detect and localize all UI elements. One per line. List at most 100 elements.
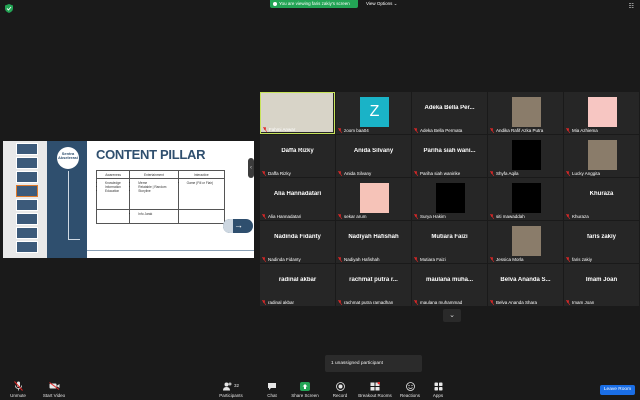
participants-button[interactable]: 32 Participants [218,381,244,398]
mic-muted-icon [490,300,494,305]
mic-muted-icon [262,214,266,219]
mic-muted-icon [490,214,494,219]
breakout-rooms-icon [356,381,394,391]
view-options-button[interactable]: View Options ⌄ [366,0,397,8]
participants-count: 32 [233,383,239,388]
participant-tile[interactable]: Imam Joan Imam Joan [564,264,639,306]
unassigned-participant-notice[interactable]: 1 unassigned participant [325,355,422,372]
slide-thumbnail [16,213,38,225]
participant-name-label: radinal akbar [262,300,294,305]
apps-icon [430,381,446,391]
participant-name-label: Shyfa Aqila [490,171,519,176]
participant-tile[interactable]: Pariha siah wani... Pariha siah wanirike [412,135,487,177]
grid-view-icon[interactable]: ☷ [629,3,634,10]
participant-name-label: Mutiara Faizi [414,257,446,262]
participant-name-label: maulana muhammad [414,300,462,305]
participant-name-label: Nadinda Fidanty [262,257,301,262]
participant-name-label: Daffa Rizky [262,171,291,176]
screen-share-banner: You are viewing faris zakiy's screen [270,0,358,8]
participant-tile[interactable]: rachmat putra r... rachmat putra ramadhan [336,264,411,306]
participant-display-name: Pariha siah wani... [423,148,476,154]
mic-muted-icon [6,381,30,391]
participant-tile[interactable]: Belva Ananda S... Belva Ananda Shara [488,264,563,306]
participant-display-name: Anida Silvany [353,148,394,154]
slide-thumbnail [16,199,38,211]
mic-muted-icon [414,257,418,262]
participant-tile[interactable]: faris zakiy faris zakiy [564,221,639,263]
share-screen-button[interactable]: Share Screen [289,381,321,398]
participant-tile[interactable]: Surya Hakim [412,178,487,220]
chevron-down-icon[interactable]: ⌄ [443,309,461,322]
mic-muted-icon [566,214,570,219]
participant-video [588,97,617,127]
participant-display-name: rachmat putra r... [349,277,398,283]
participant-tile[interactable]: Zzoom baa04 [336,92,411,134]
slide-thumbnail [16,143,38,155]
participant-name-label: zoom baa04 [338,128,369,133]
mic-muted-icon [414,300,418,305]
slide-thumbnail [16,157,38,169]
participant-tile[interactable]: Nadiyah Hafishah Nadiyah Hafishah [336,221,411,263]
shield-icon[interactable] [5,4,13,13]
reactions-button[interactable]: Reactions [398,381,422,398]
participant-display-name: Adeka Bella Per... [424,105,475,111]
mic-muted-icon [338,128,342,133]
participant-video [512,140,541,170]
unmute-button[interactable]: Unmute [6,381,30,398]
participant-tile[interactable]: Khuraza Khuraza [564,178,639,220]
mic-muted-icon [490,257,494,262]
participant-name-label: Alia Hannadatari [262,214,301,219]
participant-tile[interactable]: Anida Silvany Anida Silvany [336,135,411,177]
participant-display-name: Mutiara Faizi [431,234,468,240]
participant-name-label: Mia Azhiema [566,128,598,133]
participant-tile[interactable]: Lucky Anggita [564,135,639,177]
video-off-icon [40,381,68,391]
breakout-rooms-button[interactable]: Breakout Rooms [356,381,394,398]
participant-name-label: rachmat putra ramadhan [338,300,393,305]
leave-room-button[interactable]: Leave Room [600,385,635,395]
participant-tile[interactable]: Alia Hannadatari Alia Hannadatari [260,178,335,220]
record-button[interactable]: Record [331,381,349,398]
participant-display-name: Belva Ananda S... [500,277,551,283]
start-video-button[interactable]: Start Video [40,381,68,398]
apps-button[interactable]: Apps [430,381,446,398]
participant-tile[interactable]: sekar arum [336,178,411,220]
mic-muted-icon [338,214,342,219]
participant-name-label: Khuraza [566,214,589,219]
participant-tile[interactable]: Adeka Bella Per... Adeka Bella Permata [412,92,487,134]
participant-tile[interactable]: Mutiara Faizi Mutiara Faizi [412,221,487,263]
participant-video [512,226,541,256]
mic-muted-icon [262,257,266,262]
chat-button[interactable]: Chat [264,381,280,398]
mic-muted-icon [414,214,418,219]
participant-tile[interactable]: siti mawaddah [488,178,563,220]
mic-muted-icon [490,171,494,176]
participant-tile[interactable]: maulana muha... maulana muhammad [412,264,487,306]
participant-name-label: Adeka Bella Permata [414,128,462,133]
mic-muted-icon [338,300,342,305]
participant-tile[interactable]: Mia Azhiema [564,92,639,134]
reactions-icon [398,381,422,391]
participant-display-name: radinal akbar [278,277,317,283]
participant-tile[interactable]: radinal akbar radinal akbar [260,264,335,306]
participant-tile[interactable]: Daffa Rizky Daffa Rizky [260,135,335,177]
participant-tile[interactable]: Andika Rafif Azka Putra [488,92,563,134]
collapse-panel-handle[interactable]: ‹ [248,158,254,178]
mic-muted-icon [262,300,266,305]
shared-screen[interactable]: Sentra Akselerasi CONTENT PILLAR Awarene… [3,141,254,258]
participant-video [512,183,541,213]
mic-muted-icon [263,127,267,132]
participant-name-label: faris zakiy [566,257,592,262]
participant-tile[interactable]: Shyfa Aqila [488,135,563,177]
share-notice-text: You are viewing faris zakiy's screen [279,1,350,6]
slide-next-button: → [223,219,253,233]
slide-divider [87,250,254,251]
participant-display-name: Nadinda Fidanty [274,234,321,240]
slide-thumbnail [16,227,38,239]
participant-tile[interactable]: Nadinda Fidanty Nadinda Fidanty [260,221,335,263]
participant-tile[interactable]: Jessica Morla [488,221,563,263]
participant-tile[interactable]: Fahmi Anwar [260,92,335,134]
mic-muted-icon [566,300,570,305]
participant-display-name: Nadiyah Hafishah [348,234,399,240]
slide-decoration-line [68,171,69,239]
